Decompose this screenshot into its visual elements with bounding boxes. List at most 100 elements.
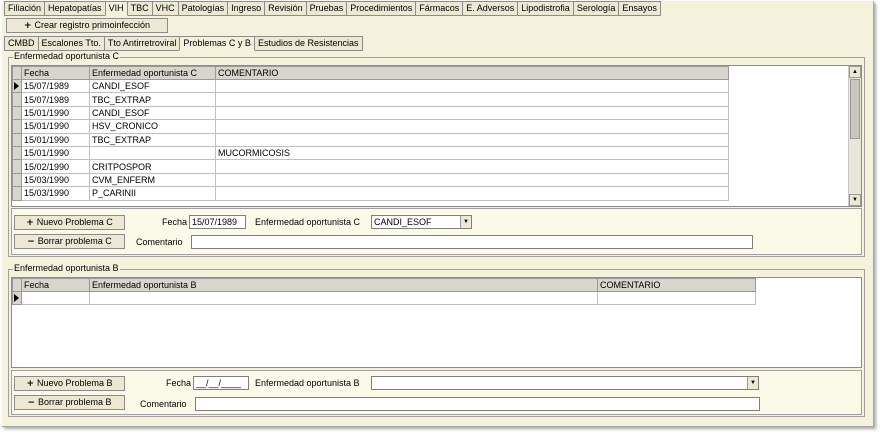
table-cell[interactable]: 15/07/1989 (21, 78, 90, 94)
table-row[interactable]: 15/02/1990 CRITPOSPOR (12, 159, 729, 174)
table-cell[interactable] (215, 92, 729, 107)
tab-ingreso[interactable]: Ingreso (227, 1, 266, 16)
column-header-comentario[interactable]: COMENTARIO (215, 66, 729, 80)
subtab-tto-antirretroviral[interactable]: Tto Antirretroviral (103, 36, 181, 51)
fecha-label: Fecha (166, 378, 192, 388)
table-row[interactable]: 15/07/1989 TBC_EXTRAP (12, 92, 729, 107)
tab-tbc[interactable]: TBC (126, 1, 153, 16)
table-row[interactable]: 15/01/1990 MUCORMICOSIS (12, 145, 729, 161)
vertical-scrollbar[interactable]: ▲ ▼ (848, 66, 861, 206)
form-b: + Nuevo Problema B − Borrar problema B Fec… (11, 370, 862, 415)
table-cell[interactable]: 15/02/1990 (21, 159, 90, 174)
comentario-label: Comentario (140, 399, 187, 409)
subtab-escalones[interactable]: Escalones Tto. (37, 36, 105, 51)
borrar-problema-b-button[interactable]: − Borrar problema B (14, 395, 125, 410)
scroll-thumb[interactable] (850, 79, 860, 139)
plus-icon: + (23, 21, 32, 31)
table-cell[interactable]: TBC_EXTRAP (89, 132, 216, 147)
subtab-cmbd[interactable]: CMBD (4, 36, 39, 51)
tab-procedimientos[interactable]: Procedimientos (346, 1, 417, 16)
table-cell[interactable]: 15/01/1990 (21, 105, 90, 121)
table-cell[interactable]: 15/03/1990 (21, 186, 90, 201)
table-c: Fecha Enfermedad oportunista C COMENTARI… (12, 66, 729, 201)
table-cell[interactable] (89, 145, 216, 161)
table-cell[interactable] (215, 132, 729, 147)
table-cell[interactable]: CVM_ENFERM (89, 172, 216, 188)
section-c-title: Enfermedad oportunista C (13, 51, 121, 62)
chevron-down-icon[interactable]: ▼ (460, 216, 471, 228)
table-cell[interactable] (215, 159, 729, 174)
comentario-input[interactable] (191, 235, 753, 249)
column-header-fecha[interactable]: Fecha (21, 278, 90, 292)
table-cell[interactable] (89, 290, 598, 306)
table-row[interactable]: 15/01/1990 CANDI_ESOF (12, 105, 729, 121)
table-cell[interactable] (597, 290, 756, 306)
fecha-input[interactable]: __/__/____ (193, 376, 249, 390)
table-cell[interactable]: HSV_CRONICO (89, 119, 216, 134)
table-cell[interactable]: MUCORMICOSIS (215, 145, 729, 161)
column-header-comentario[interactable]: COMENTARIO (597, 278, 756, 292)
form-c: + Nuevo Problema C − Borrar problema C Fec… (11, 208, 862, 255)
subtab-problemas[interactable]: Problemas C y B (179, 36, 255, 51)
table-cell[interactable]: P_CARINII (89, 186, 216, 201)
table-cell[interactable]: 15/03/1990 (21, 172, 90, 188)
table-b: Fecha Enfermedad oportunista B COMENTARI… (12, 278, 756, 306)
fecha-label: Fecha (162, 217, 188, 227)
table-cell[interactable]: 15/01/1990 (21, 119, 90, 134)
minus-icon: − (27, 237, 35, 247)
table-cell[interactable]: 15/01/1990 (21, 145, 90, 161)
scroll-up-icon[interactable]: ▲ (849, 66, 861, 78)
tab-e-adversos[interactable]: E. Adversos (462, 1, 519, 16)
scroll-down-icon[interactable]: ▼ (849, 194, 861, 206)
enfermedad-label: Enfermedad oportunista C (255, 217, 361, 227)
chevron-down-icon[interactable]: ▼ (747, 377, 758, 389)
table-cell[interactable] (215, 78, 729, 94)
table-cell[interactable]: CANDI_ESOF (89, 78, 216, 94)
table-cell[interactable]: 15/07/1989 (21, 92, 90, 107)
crear-registro-button[interactable]: + Crear registro primoinfección (6, 18, 168, 33)
fecha-input[interactable]: 15/07/1989 (189, 215, 246, 229)
table-row[interactable]: 15/07/1989 CANDI_ESOF (12, 78, 729, 94)
current-row-arrow-icon (14, 82, 19, 91)
table-cell[interactable] (215, 186, 729, 201)
table-cell[interactable] (215, 172, 729, 188)
table-cell[interactable] (215, 105, 729, 121)
grid-b[interactable]: Fecha Enfermedad oportunista B COMENTARI… (11, 277, 862, 368)
section-c-panel: Enfermedad oportunista C Fecha Enfermeda… (8, 51, 865, 257)
enfermedad-select[interactable]: CANDI_ESOF ▼ (371, 215, 472, 229)
subtab-estudios[interactable]: Estudios de Resistencias (253, 36, 363, 51)
table-cell[interactable]: TBC_EXTRAP (89, 92, 216, 107)
tab-hepatopatias[interactable]: Hepatopatías (44, 1, 106, 16)
table-row[interactable]: 15/01/1990 HSV_CRONICO (12, 119, 729, 134)
borrar-problema-c-button[interactable]: − Borrar problema C (14, 234, 125, 249)
table-cell[interactable] (21, 290, 90, 306)
nuevo-problema-c-button[interactable]: + Nuevo Problema C (14, 215, 125, 230)
tab-lipodistrofia[interactable]: Lipodistrofia (517, 1, 574, 16)
table-row[interactable]: 15/03/1990 CVM_ENFERM (12, 172, 729, 188)
tab-serologia[interactable]: Serología (572, 1, 620, 16)
table-cell[interactable]: CRITPOSPOR (89, 159, 216, 174)
grid-c[interactable]: Fecha Enfermedad oportunista C COMENTARI… (11, 65, 862, 207)
tab-vhc[interactable]: VHC (151, 1, 179, 16)
table-row[interactable] (12, 290, 756, 306)
tab-patologias[interactable]: Patologías (177, 1, 229, 16)
nuevo-problema-b-button[interactable]: + Nuevo Problema B (14, 376, 125, 391)
tab-vih[interactable]: VIH (104, 1, 128, 16)
table-cell[interactable]: 15/01/1990 (21, 132, 90, 147)
table-row[interactable]: 15/01/1990 TBC_EXTRAP (12, 132, 729, 147)
table-row[interactable]: 15/03/1990 P_CARINII (12, 186, 729, 201)
column-header-fecha[interactable]: Fecha (21, 66, 90, 80)
enfermedad-select[interactable]: ▼ (371, 376, 759, 390)
plus-icon: + (26, 218, 34, 228)
tab-ensayos[interactable]: Ensayos (618, 1, 661, 16)
tab-pruebas[interactable]: Pruebas (305, 1, 348, 16)
section-b-title: Enfermedad oportunista B (13, 263, 120, 274)
table-cell[interactable]: CANDI_ESOF (89, 105, 216, 121)
column-header-enfermedad[interactable]: Enfermedad oportunista B (89, 278, 598, 292)
comentario-input[interactable] (195, 397, 760, 411)
column-header-enfermedad[interactable]: Enfermedad oportunista C (89, 66, 216, 80)
table-cell[interactable] (215, 119, 729, 134)
tab-filiacion[interactable]: Filiación (4, 1, 46, 16)
tab-revision[interactable]: Revisión (264, 1, 307, 16)
tab-farmacos[interactable]: Fármacos (415, 1, 464, 16)
